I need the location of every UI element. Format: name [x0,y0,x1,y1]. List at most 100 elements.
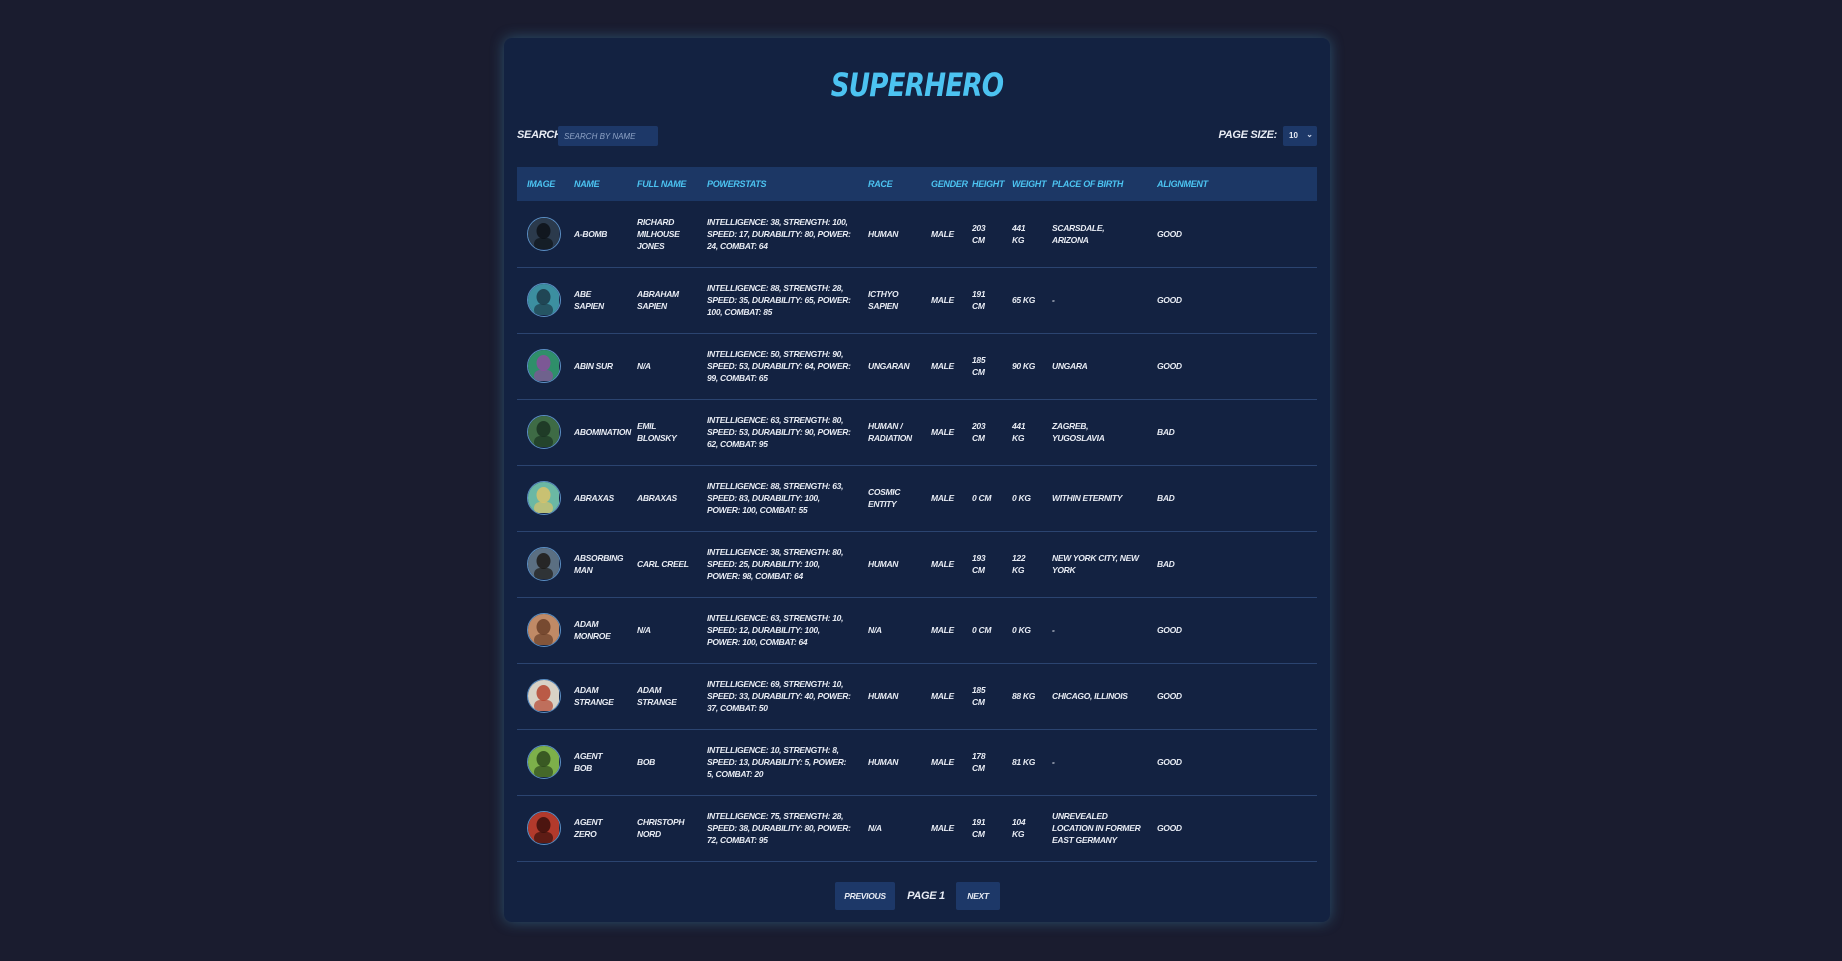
table-row: Adam Strange Adam Strange Intelligence: 69… [517,663,1317,729]
alignment-cell: good [1157,625,1182,635]
page-size-label: Page Size: [1218,129,1277,141]
gender-cell: Male [931,823,954,833]
race-cell: N/A [868,823,882,833]
gender-cell: Male [931,757,954,767]
weight-cell: 81 kg [1012,757,1036,767]
race-cell: Human / Radiation [868,421,912,443]
powerstats-cell: Intelligence: 63, Strength: 80, Speed: 5… [707,415,851,449]
column-header: Powerstats [707,179,767,189]
full-name-cell: N/A [637,625,651,635]
column-header: Full Name [637,179,687,189]
gender-cell: Male [931,427,954,437]
page-indicator: Page 1 [907,890,945,902]
hero-name-cell: Adam Strange [574,685,614,707]
gender-cell: Male [931,228,954,239]
avatar [527,216,561,251]
full-name-cell: Christoph Nord [637,817,685,839]
table-row: Adam Monroe N/A Intelligence: 63, Strength… [517,597,1317,663]
powerstats-cell: Intelligence: 88, Strength: 28, Speed: 3… [707,283,851,317]
height-cell: 0 cm [972,493,992,503]
alignment-cell: good [1157,361,1182,371]
table-body: A-Bomb Richard Milhouse Jones Intelligence… [517,201,1317,861]
weight-cell: 0 kg [1012,493,1031,503]
previous-button[interactable]: Previous [835,882,895,910]
avatar [527,679,561,713]
weight-cell: 65 kg [1012,295,1036,305]
hero-name-cell: Abomination [574,427,631,437]
hero-name-cell: Absorbing Man [574,553,624,575]
column-header: Place of Birth [1052,179,1124,189]
place-of-birth-cell: Zagreb, Yugoslavia [1052,421,1105,443]
table-row: Abomination Emil Blonsky Intelligence: 63,… [517,399,1317,465]
powerstats-cell: Intelligence: 63, Strength: 10, Speed: 1… [707,613,844,647]
full-name-cell: Adam Strange [637,685,677,707]
height-cell: 191 cm [972,817,986,839]
avatar [527,811,561,845]
weight-cell: 0 kg [1012,625,1031,635]
race-cell: Human [868,691,899,701]
image-cell [517,333,564,399]
height-cell: 0 cm [972,625,992,635]
gender-cell: Male [931,493,954,503]
race-cell: Human [868,228,899,239]
place-of-birth-cell: - [1052,295,1055,305]
full-name-cell: Abraham Sapien [637,289,679,311]
full-name-cell: Carl Creel [637,559,689,569]
table-controls: Search: Page Size: 10 ⌄ [517,126,1317,148]
next-button[interactable]: Next [956,882,1000,910]
table-row: Abraxas Abraxas Intelligence: 88, Strength… [517,465,1317,531]
height-cell: 185 cm [972,355,986,377]
place-of-birth-cell: - [1052,625,1055,635]
weight-cell: 88 kg [1012,691,1036,701]
full-name-cell: Bob [637,757,655,767]
avatar [527,481,561,515]
powerstats-cell: Intelligence: 38, Strength: 80, Speed: 2… [707,547,844,581]
powerstats-cell: Intelligence: 10, Strength: 8, Speed: 13… [707,745,847,779]
superhero-card: Superhero Search: Page Size: 10 ⌄ Image N… [504,38,1330,922]
column-header: Image [527,179,556,189]
race-cell: Human [868,559,899,569]
full-name-cell: N/A [637,361,651,371]
height-cell: 191 cm [972,289,986,311]
weight-cell: 122 kg [1012,553,1026,575]
full-name-cell: Abraxas [637,493,677,503]
place-of-birth-cell: - [1052,757,1055,767]
image-cell [517,729,564,795]
alignment-cell: good [1157,823,1182,833]
column-header: Gender [931,179,968,189]
column-header: Height [972,179,1005,189]
gender-cell: Male [931,295,954,305]
weight-cell: 441 kg [1012,421,1026,443]
gender-cell: Male [931,361,954,371]
gender-cell: Male [931,625,954,635]
height-cell: 203 cm [972,222,986,245]
column-header: Race [868,179,893,189]
table-row: Agent Zero Christoph Nord Intelligence: 75… [517,795,1317,861]
race-cell: Human [868,757,899,767]
column-header: Alignment [1157,179,1208,189]
hero-name-cell: Agent Zero [574,817,603,839]
hero-name-cell: Abin Sur [574,361,613,371]
avatar [527,613,561,647]
powerstats-cell: Intelligence: 38, Strength: 100, Speed: … [707,216,851,251]
page-title: Superhero [830,66,1004,104]
place-of-birth-cell: Unrevealed location in former East Germa… [1052,811,1141,845]
powerstats-cell: Intelligence: 88, Strength: 63, Speed: 8… [707,481,844,515]
search-input[interactable] [558,126,658,146]
race-cell: Ungaran [868,361,910,371]
race-cell: Icthyo Sapien [868,289,899,311]
table-row: Abe Sapien Abraham Sapien Intelligence: 88… [517,267,1317,333]
height-cell: 185 cm [972,685,986,707]
column-header: Weight [1012,179,1047,189]
height-cell: 178 cm [972,751,986,773]
alignment-cell: bad [1157,493,1175,503]
image-cell [517,201,564,267]
table-row: Abin Sur N/A Intelligence: 50, Strength: 9… [517,333,1317,399]
page-size-select[interactable]: 10 ⌄ [1283,126,1317,146]
alignment-cell: bad [1157,559,1175,569]
avatar [527,415,561,449]
alignment-cell: good [1157,691,1182,701]
gender-cell: Male [931,691,954,701]
race-cell: N/A [868,625,882,635]
powerstats-cell: Intelligence: 69, Strength: 10, Speed: 3… [707,679,851,713]
